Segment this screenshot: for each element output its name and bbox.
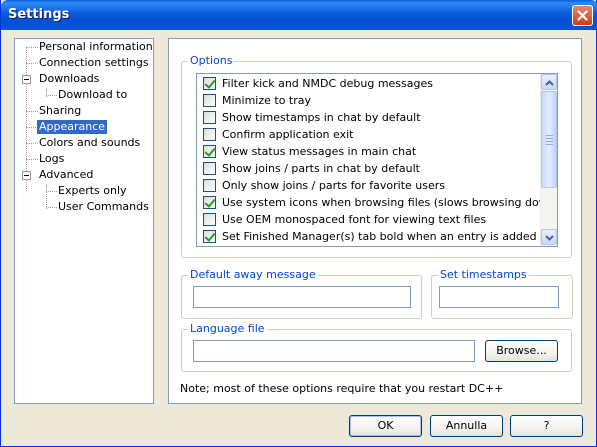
grip-line <box>546 141 553 142</box>
help-button[interactable]: ? <box>510 415 583 437</box>
language-file-label: Language file <box>188 322 267 336</box>
scroll-up-button[interactable] <box>541 74 557 90</box>
option-checkbox[interactable] <box>203 196 216 209</box>
tree-item-user-commands[interactable]: User Commands <box>56 200 151 214</box>
option-label: Only show joins / parts for favorite use… <box>222 179 446 192</box>
title-bar[interactable]: Settings <box>1 0 597 30</box>
option-checkbox[interactable] <box>203 111 216 124</box>
option-checkbox[interactable] <box>203 128 216 141</box>
scroll-down-arrow-icon <box>544 231 554 244</box>
restart-note: Note; most of these options require that… <box>180 382 504 395</box>
tree-item-experts-only[interactable]: Experts only <box>56 184 129 198</box>
cancel-button[interactable]: Annulla <box>430 415 503 437</box>
tree-item-download-to[interactable]: Download to <box>56 88 129 102</box>
tree-item-logs[interactable]: Logs <box>37 152 66 166</box>
option-row[interactable]: View status messages in main chat <box>203 143 416 160</box>
option-row[interactable]: Filter kick and NMDC debug messages <box>203 75 433 92</box>
browse-button[interactable]: Browse... <box>485 340 558 362</box>
option-row[interactable]: Set Finished Manager(s) tab bold when an… <box>203 228 537 245</box>
options-list[interactable]: Filter kick and NMDC debug messages Mini… <box>196 73 558 247</box>
option-row[interactable]: Show joins / parts in chat by default <box>203 160 420 177</box>
tree-item-downloads[interactable]: Downloads <box>37 72 101 86</box>
language-file-input[interactable] <box>193 340 475 362</box>
settings-tree[interactable]: Personal information Connection settings… <box>14 38 154 404</box>
option-checkbox[interactable] <box>203 179 216 192</box>
option-row[interactable]: Only show joins / parts for favorite use… <box>203 177 445 194</box>
tree-item-connection-settings[interactable]: Connection settings <box>37 56 151 70</box>
option-label: Set Finished Manager(s) tab bold when an… <box>222 230 537 243</box>
option-label: Show timestamps in chat by default <box>222 111 421 124</box>
tree-item-colors-and-sounds[interactable]: Colors and sounds <box>37 136 142 150</box>
options-scrollbar[interactable] <box>540 74 557 246</box>
collapse-toggle-advanced[interactable] <box>22 171 31 180</box>
option-label: Use system icons when browsing files (sl… <box>222 196 558 209</box>
settings-window: Settings Personal information Connection… <box>0 0 597 447</box>
option-checkbox[interactable] <box>203 213 216 226</box>
grip-line <box>546 144 553 145</box>
option-label: Filter kick and NMDC debug messages <box>222 77 433 90</box>
grip-line <box>546 135 553 136</box>
tree-item-advanced[interactable]: Advanced <box>37 168 95 182</box>
timestamps-label: Set timestamps <box>438 268 529 282</box>
away-message-label: Default away message <box>188 268 318 282</box>
option-checkbox[interactable] <box>203 162 216 175</box>
tree-connector <box>46 185 47 209</box>
away-message-input[interactable] <box>193 286 411 308</box>
option-label: Confirm application exit <box>222 128 354 141</box>
option-label: Use OEM monospaced font for viewing text… <box>222 213 487 226</box>
options-group-label: Options <box>188 54 235 68</box>
option-label: Minimize to tray <box>222 94 312 107</box>
option-row[interactable]: Use OEM monospaced font for viewing text… <box>203 211 486 228</box>
scroll-up-arrow-icon <box>544 76 554 89</box>
tree-item-sharing[interactable]: Sharing <box>37 104 83 118</box>
grip-line <box>546 138 553 139</box>
option-checkbox[interactable] <box>203 94 216 107</box>
close-x-icon <box>577 10 588 21</box>
window-title: Settings <box>8 7 70 22</box>
option-label: Show joins / parts in chat by default <box>222 162 420 175</box>
option-checkbox[interactable] <box>203 77 216 90</box>
option-checkbox[interactable] <box>203 145 216 158</box>
collapse-toggle-downloads[interactable] <box>22 75 31 84</box>
option-row[interactable]: Confirm application exit <box>203 126 353 143</box>
ok-button[interactable]: OK <box>349 415 422 437</box>
option-label: View status messages in main chat <box>222 145 417 158</box>
tree-item-personal-information[interactable]: Personal information <box>37 40 155 54</box>
option-row[interactable]: Minimize to tray <box>203 92 311 109</box>
option-checkbox[interactable] <box>203 230 216 243</box>
scroll-thumb[interactable] <box>541 91 557 188</box>
option-row[interactable]: Show timestamps in chat by default <box>203 109 421 126</box>
close-button[interactable] <box>572 5 593 26</box>
scroll-down-button[interactable] <box>541 229 557 245</box>
tree-item-appearance[interactable]: Appearance <box>37 120 108 134</box>
option-row[interactable]: Use system icons when browsing files (sl… <box>203 194 558 211</box>
tree-connector <box>26 47 27 191</box>
timestamps-input[interactable] <box>439 286 559 308</box>
